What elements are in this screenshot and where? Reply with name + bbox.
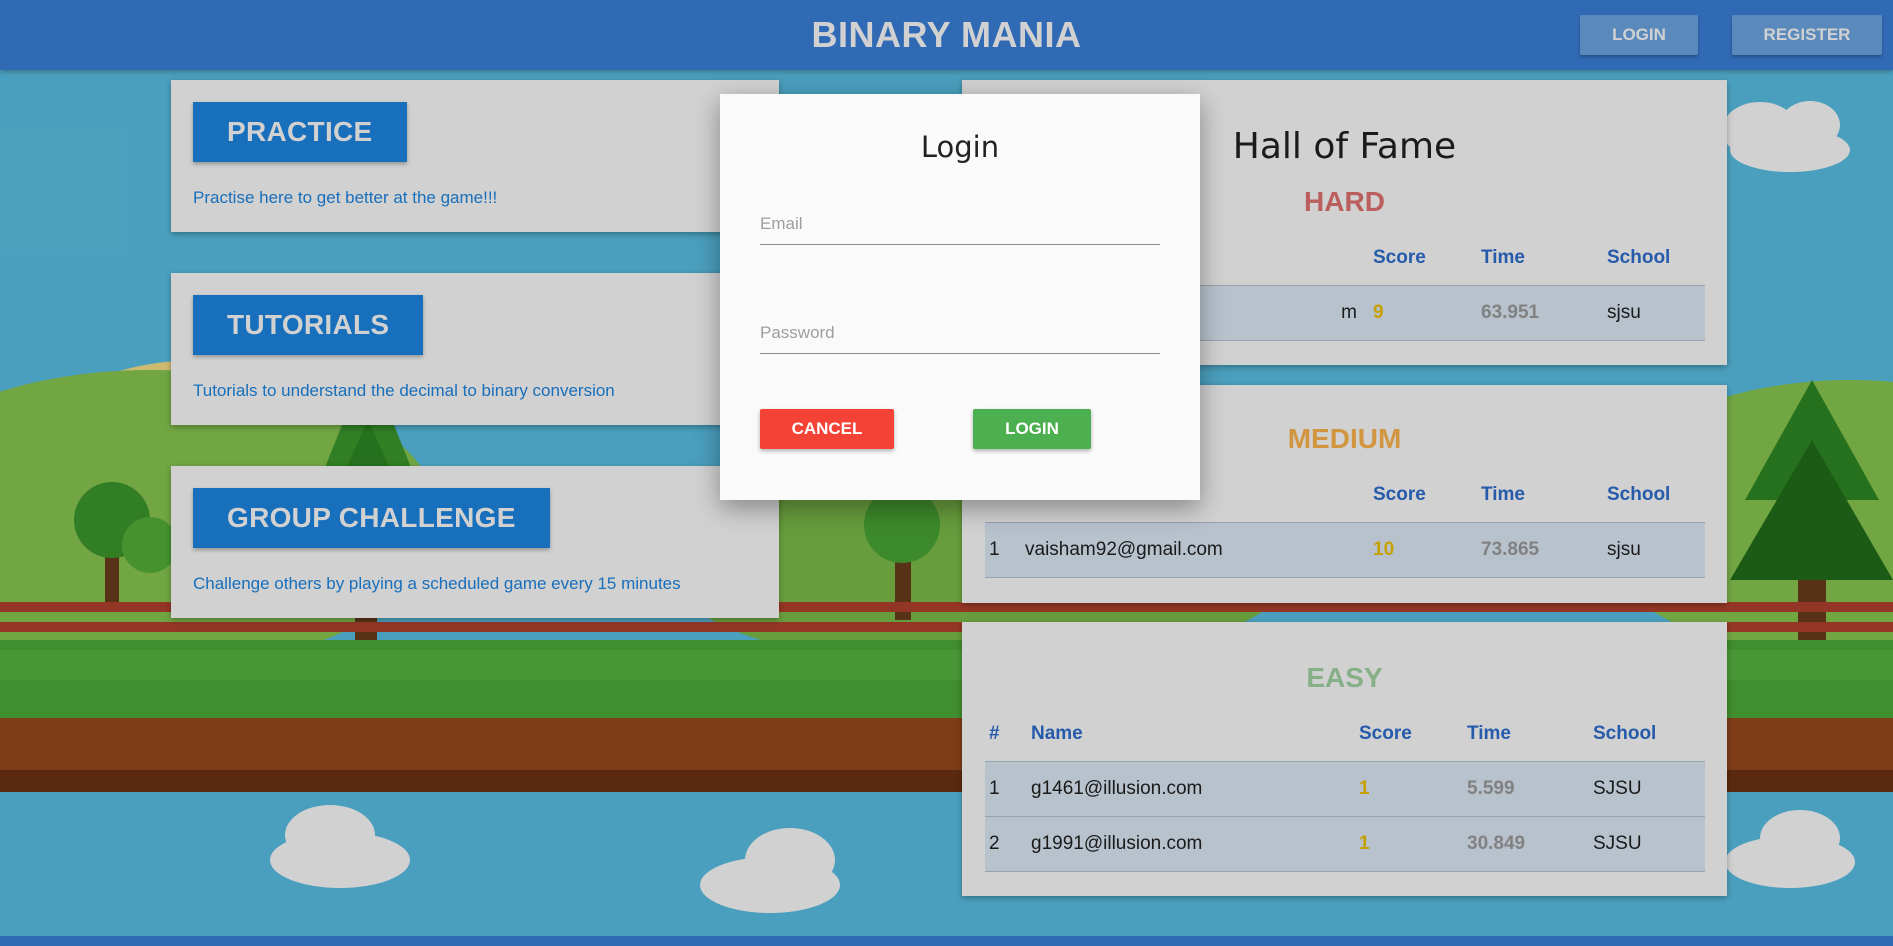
login-dialog: Login CANCEL LOGIN (720, 94, 1200, 500)
login-dialog-title: Login (920, 130, 1000, 164)
email-field[interactable] (760, 204, 1160, 245)
login-button[interactable]: LOGIN (973, 409, 1091, 449)
cancel-button[interactable]: CANCEL (760, 409, 894, 449)
password-field[interactable] (760, 313, 1160, 354)
